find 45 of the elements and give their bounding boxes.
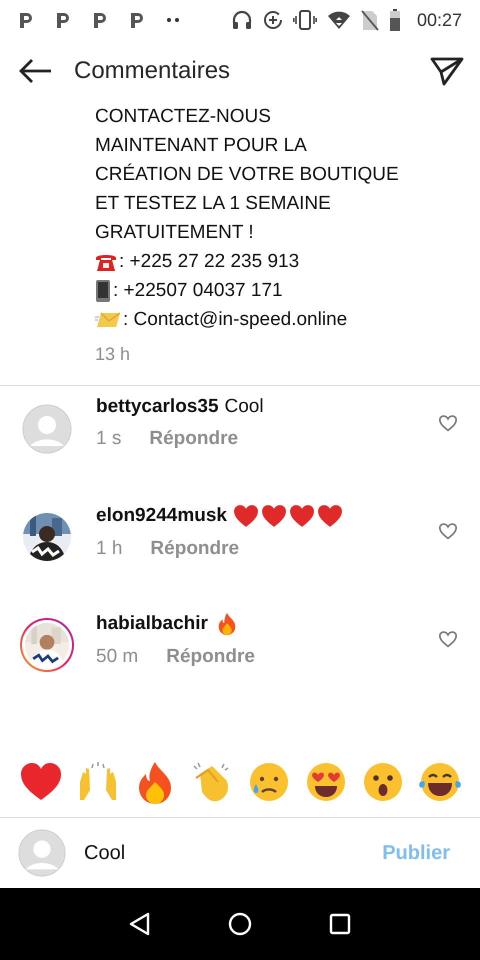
comment-time: 1 s <box>96 428 122 450</box>
post-time: 13 h <box>95 343 132 366</box>
caption-text: CRÉATION DE VOTRE BOUTIQUE <box>95 162 399 187</box>
notification-icon <box>129 11 145 29</box>
username[interactable]: habialbachir <box>96 613 208 635</box>
battery-icon <box>388 9 401 31</box>
caption-text: : +22507 04037 171 <box>113 279 283 303</box>
comment-time: 1 h <box>96 538 122 560</box>
recent-apps-icon[interactable] <box>329 913 352 935</box>
like-heart-icon[interactable] <box>438 630 458 648</box>
envelope-icon <box>95 310 121 328</box>
headphones-icon <box>230 9 253 31</box>
caption-text: MAINTENANT POUR LA <box>95 134 307 158</box>
laughing-face-icon[interactable] <box>418 760 462 804</box>
caption-text: ET TESTEZ LA 1 SEMAINE <box>95 192 331 216</box>
caption-text: : Contact@in-speed.online <box>123 308 348 332</box>
heart-icon <box>316 504 343 528</box>
caption-text: GRATUITEMENT ! <box>95 221 254 245</box>
like-heart-icon[interactable] <box>438 522 458 540</box>
heart-icon <box>288 504 315 528</box>
clock-time: 00:27 <box>416 10 462 30</box>
comment-text: Cool <box>224 396 264 418</box>
back-arrow-icon[interactable] <box>18 58 52 84</box>
heart-icon <box>260 504 287 528</box>
default-avatar-icon <box>18 829 66 877</box>
back-icon[interactable] <box>128 912 151 936</box>
no-sim-icon <box>360 9 379 31</box>
notification-icon <box>18 11 34 29</box>
data-saver-icon <box>262 10 283 30</box>
heart-icon <box>232 504 259 528</box>
vibrate-icon <box>292 9 317 31</box>
send-icon[interactable] <box>430 56 464 86</box>
dots-icon <box>166 17 182 23</box>
notification-icon <box>55 11 71 29</box>
caption-text: CONTACTEZ-NOUS <box>95 105 271 129</box>
mobile-phone-icon <box>95 278 111 302</box>
page-title: Commentaires <box>74 57 230 85</box>
username[interactable]: elon9244musk <box>96 505 227 527</box>
comment-time: 50 m <box>96 646 138 668</box>
notification-icon <box>92 11 108 29</box>
home-icon[interactable] <box>228 912 252 936</box>
like-heart-icon[interactable] <box>438 414 458 432</box>
caption-text: : +225 27 22 235 913 <box>119 250 300 274</box>
username[interactable]: bettycarlos35 <box>96 396 219 418</box>
wifi-icon <box>326 10 351 30</box>
